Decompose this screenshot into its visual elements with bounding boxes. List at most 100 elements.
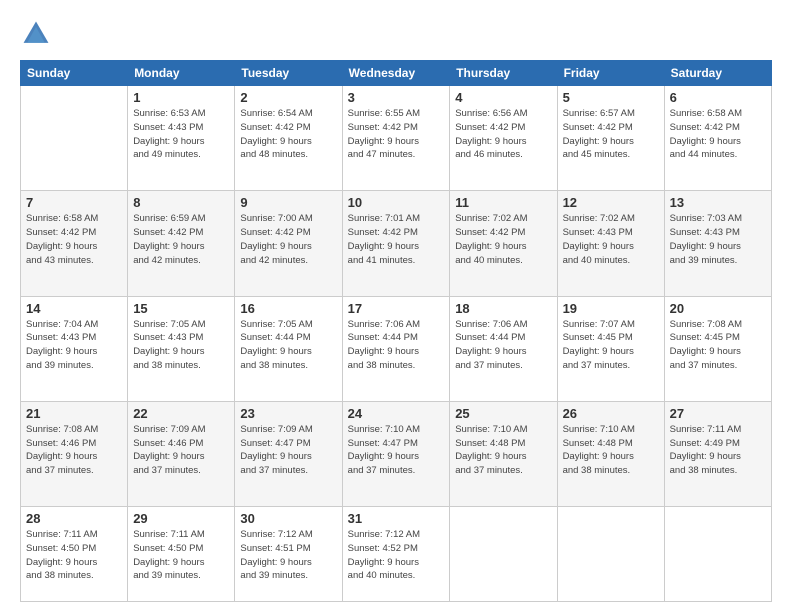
day-info: Sunrise: 7:06 AMSunset: 4:44 PMDaylight:…	[348, 318, 445, 373]
calendar-cell: 21 Sunrise: 7:08 AMSunset: 4:46 PMDayligh…	[21, 401, 128, 506]
day-number: 25	[455, 406, 551, 421]
weekday-header-friday: Friday	[557, 61, 664, 86]
calendar-cell: 4 Sunrise: 6:56 AMSunset: 4:42 PMDaylight…	[450, 86, 557, 191]
day-info: Sunrise: 7:11 AMSunset: 4:50 PMDaylight:…	[26, 528, 122, 583]
day-number: 19	[563, 301, 659, 316]
day-number: 11	[455, 195, 551, 210]
weekday-header-sunday: Sunday	[21, 61, 128, 86]
day-info: Sunrise: 6:54 AMSunset: 4:42 PMDaylight:…	[240, 107, 336, 162]
day-number: 18	[455, 301, 551, 316]
calendar-cell: 17 Sunrise: 7:06 AMSunset: 4:44 PMDayligh…	[342, 296, 450, 401]
day-info: Sunrise: 6:58 AMSunset: 4:42 PMDaylight:…	[26, 212, 122, 267]
calendar-cell: 12 Sunrise: 7:02 AMSunset: 4:43 PMDayligh…	[557, 191, 664, 296]
day-info: Sunrise: 7:08 AMSunset: 4:45 PMDaylight:…	[670, 318, 766, 373]
calendar-cell: 30 Sunrise: 7:12 AMSunset: 4:51 PMDayligh…	[235, 507, 342, 602]
day-info: Sunrise: 6:56 AMSunset: 4:42 PMDaylight:…	[455, 107, 551, 162]
calendar-week-2: 7 Sunrise: 6:58 AMSunset: 4:42 PMDaylight…	[21, 191, 772, 296]
weekday-header-wednesday: Wednesday	[342, 61, 450, 86]
day-info: Sunrise: 6:58 AMSunset: 4:42 PMDaylight:…	[670, 107, 766, 162]
calendar-cell: 15 Sunrise: 7:05 AMSunset: 4:43 PMDayligh…	[128, 296, 235, 401]
day-info: Sunrise: 7:10 AMSunset: 4:48 PMDaylight:…	[455, 423, 551, 478]
logo-icon	[20, 18, 52, 50]
calendar-cell: 2 Sunrise: 6:54 AMSunset: 4:42 PMDaylight…	[235, 86, 342, 191]
day-info: Sunrise: 7:05 AMSunset: 4:44 PMDaylight:…	[240, 318, 336, 373]
day-info: Sunrise: 7:10 AMSunset: 4:48 PMDaylight:…	[563, 423, 659, 478]
day-number: 15	[133, 301, 229, 316]
day-number: 3	[348, 90, 445, 105]
day-number: 10	[348, 195, 445, 210]
day-info: Sunrise: 7:11 AMSunset: 4:49 PMDaylight:…	[670, 423, 766, 478]
day-number: 2	[240, 90, 336, 105]
calendar-cell: 5 Sunrise: 6:57 AMSunset: 4:42 PMDaylight…	[557, 86, 664, 191]
day-number: 6	[670, 90, 766, 105]
day-number: 29	[133, 511, 229, 526]
calendar-cell: 7 Sunrise: 6:58 AMSunset: 4:42 PMDaylight…	[21, 191, 128, 296]
calendar-cell: 6 Sunrise: 6:58 AMSunset: 4:42 PMDaylight…	[664, 86, 771, 191]
calendar-cell: 27 Sunrise: 7:11 AMSunset: 4:49 PMDayligh…	[664, 401, 771, 506]
day-info: Sunrise: 7:08 AMSunset: 4:46 PMDaylight:…	[26, 423, 122, 478]
calendar-cell: 24 Sunrise: 7:10 AMSunset: 4:47 PMDayligh…	[342, 401, 450, 506]
day-number: 7	[26, 195, 122, 210]
day-info: Sunrise: 7:04 AMSunset: 4:43 PMDaylight:…	[26, 318, 122, 373]
day-number: 12	[563, 195, 659, 210]
day-info: Sunrise: 7:02 AMSunset: 4:43 PMDaylight:…	[563, 212, 659, 267]
calendar-week-3: 14Sunrise: 7:04 AMSunset: 4:43 PMDayligh…	[21, 296, 772, 401]
day-info: Sunrise: 7:12 AMSunset: 4:52 PMDaylight:…	[348, 528, 445, 583]
day-info: Sunrise: 7:06 AMSunset: 4:44 PMDaylight:…	[455, 318, 551, 373]
day-number: 20	[670, 301, 766, 316]
day-info: Sunrise: 7:09 AMSunset: 4:46 PMDaylight:…	[133, 423, 229, 478]
calendar-table: SundayMondayTuesdayWednesdayThursdayFrid…	[20, 60, 772, 602]
day-info: Sunrise: 6:59 AMSunset: 4:42 PMDaylight:…	[133, 212, 229, 267]
day-info: Sunrise: 7:12 AMSunset: 4:51 PMDaylight:…	[240, 528, 336, 583]
calendar-cell	[21, 86, 128, 191]
calendar-week-4: 21 Sunrise: 7:08 AMSunset: 4:46 PMDayligh…	[21, 401, 772, 506]
calendar-cell: 28Sunrise: 7:11 AMSunset: 4:50 PMDayligh…	[21, 507, 128, 602]
day-info: Sunrise: 6:57 AMSunset: 4:42 PMDaylight:…	[563, 107, 659, 162]
day-number: 30	[240, 511, 336, 526]
day-info: Sunrise: 6:55 AMSunset: 4:42 PMDaylight:…	[348, 107, 445, 162]
calendar-cell: 22 Sunrise: 7:09 AMSunset: 4:46 PMDayligh…	[128, 401, 235, 506]
calendar-week-1: 1 Sunrise: 6:53 AMSunset: 4:43 PMDaylight…	[21, 86, 772, 191]
day-number: 1	[133, 90, 229, 105]
calendar-cell: 13Sunrise: 7:03 AMSunset: 4:43 PMDayligh…	[664, 191, 771, 296]
calendar-cell: 23Sunrise: 7:09 AMSunset: 4:47 PMDayligh…	[235, 401, 342, 506]
day-number: 13	[670, 195, 766, 210]
day-number: 31	[348, 511, 445, 526]
logo	[20, 18, 56, 50]
day-info: Sunrise: 7:01 AMSunset: 4:42 PMDaylight:…	[348, 212, 445, 267]
calendar-cell: 9 Sunrise: 7:00 AMSunset: 4:42 PMDaylight…	[235, 191, 342, 296]
day-number: 4	[455, 90, 551, 105]
calendar-cell: 1 Sunrise: 6:53 AMSunset: 4:43 PMDaylight…	[128, 86, 235, 191]
day-info: Sunrise: 7:09 AMSunset: 4:47 PMDaylight:…	[240, 423, 336, 478]
day-number: 24	[348, 406, 445, 421]
calendar-cell: 10 Sunrise: 7:01 AMSunset: 4:42 PMDayligh…	[342, 191, 450, 296]
calendar-cell: 29 Sunrise: 7:11 AMSunset: 4:50 PMDayligh…	[128, 507, 235, 602]
calendar-cell	[664, 507, 771, 602]
calendar-cell: 3 Sunrise: 6:55 AMSunset: 4:42 PMDaylight…	[342, 86, 450, 191]
calendar-cell: 20 Sunrise: 7:08 AMSunset: 4:45 PMDayligh…	[664, 296, 771, 401]
day-number: 5	[563, 90, 659, 105]
day-number: 8	[133, 195, 229, 210]
day-info: Sunrise: 7:10 AMSunset: 4:47 PMDaylight:…	[348, 423, 445, 478]
day-info: Sunrise: 7:00 AMSunset: 4:42 PMDaylight:…	[240, 212, 336, 267]
calendar-cell: 25 Sunrise: 7:10 AMSunset: 4:48 PMDayligh…	[450, 401, 557, 506]
day-number: 9	[240, 195, 336, 210]
calendar-cell	[557, 507, 664, 602]
day-number: 16	[240, 301, 336, 316]
weekday-header-thursday: Thursday	[450, 61, 557, 86]
day-info: Sunrise: 7:05 AMSunset: 4:43 PMDaylight:…	[133, 318, 229, 373]
day-info: Sunrise: 6:53 AMSunset: 4:43 PMDaylight:…	[133, 107, 229, 162]
day-info: Sunrise: 7:11 AMSunset: 4:50 PMDaylight:…	[133, 528, 229, 583]
calendar-cell: 11Sunrise: 7:02 AMSunset: 4:42 PMDayligh…	[450, 191, 557, 296]
calendar-cell: 18 Sunrise: 7:06 AMSunset: 4:44 PMDayligh…	[450, 296, 557, 401]
header	[20, 18, 772, 50]
day-number: 27	[670, 406, 766, 421]
day-number: 22	[133, 406, 229, 421]
weekday-header-monday: Monday	[128, 61, 235, 86]
day-number: 21	[26, 406, 122, 421]
day-number: 17	[348, 301, 445, 316]
calendar-cell: 8 Sunrise: 6:59 AMSunset: 4:42 PMDaylight…	[128, 191, 235, 296]
weekday-header-tuesday: Tuesday	[235, 61, 342, 86]
day-number: 26	[563, 406, 659, 421]
day-info: Sunrise: 7:07 AMSunset: 4:45 PMDaylight:…	[563, 318, 659, 373]
